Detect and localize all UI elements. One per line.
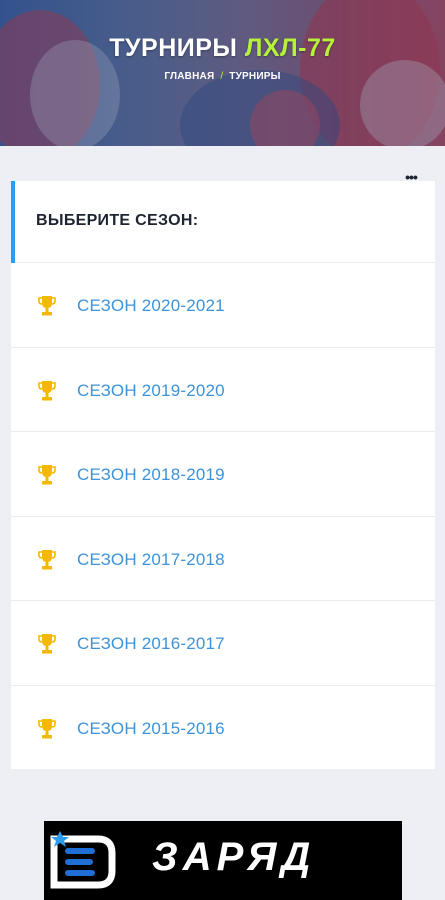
seasons-card-header: ВЫБЕРИТЕ СЕЗОН:: [11, 181, 435, 263]
page-title-main: ТУРНИРЫ: [109, 34, 238, 62]
sponsor-brand-name: ЗАРЯД: [152, 835, 316, 879]
season-item[interactable]: СЕЗОН 2019-2020: [11, 348, 435, 433]
zaryad-logo: [50, 831, 116, 889]
season-item[interactable]: СЕЗОН 2015-2016: [11, 686, 435, 771]
seasons-card: ВЫБЕРИТЕ СЕЗОН: СЕЗОН 2020-2021 СЕЗОН 201…: [11, 181, 435, 769]
season-item[interactable]: СЕЗОН 2016-2017: [11, 601, 435, 686]
season-label: СЕЗОН 2019-2020: [77, 380, 225, 400]
season-item[interactable]: СЕЗОН 2018-2019: [11, 432, 435, 517]
breadcrumb-home-link[interactable]: ГЛАВНАЯ: [164, 71, 214, 82]
season-label: СЕЗОН 2016-2017: [77, 634, 225, 654]
season-item[interactable]: СЕЗОН 2020-2021: [11, 263, 435, 348]
hero-header: ТУРНИРЫ ЛХЛ-77 ГЛАВНАЯ / ТУРНИРЫ: [0, 0, 445, 146]
trophy-icon: [38, 718, 56, 739]
sponsor-banner[interactable]: ЗАРЯД: [44, 821, 402, 900]
trophy-icon: [38, 634, 56, 654]
trophy-icon: [38, 296, 56, 316]
active-indicator: [11, 181, 15, 263]
breadcrumb-current: ТУРНИРЫ: [229, 71, 281, 82]
page-title: ТУРНИРЫ ЛХЛ-77: [0, 34, 445, 63]
season-label: СЕЗОН 2018-2019: [77, 465, 225, 485]
season-item[interactable]: СЕЗОН 2017-2018: [11, 517, 435, 602]
trophy-icon: [38, 465, 56, 485]
season-label: СЕЗОН 2017-2018: [77, 549, 225, 569]
season-list: СЕЗОН 2020-2021 СЕЗОН 2019-2020 СЕЗОН 2018…: [11, 263, 435, 771]
breadcrumb-separator: /: [220, 71, 224, 82]
seasons-heading: ВЫБЕРИТЕ СЕЗОН:: [36, 212, 199, 229]
season-label: СЕЗОН 2020-2021: [77, 296, 225, 315]
trophy-icon: [38, 380, 56, 401]
trophy-icon: [38, 549, 56, 570]
breadcrumb: ГЛАВНАЯ / ТУРНИРЫ: [0, 71, 445, 82]
page-title-accent: ЛХЛ-77: [244, 34, 336, 62]
season-label: СЕЗОН 2015-2016: [77, 718, 225, 738]
